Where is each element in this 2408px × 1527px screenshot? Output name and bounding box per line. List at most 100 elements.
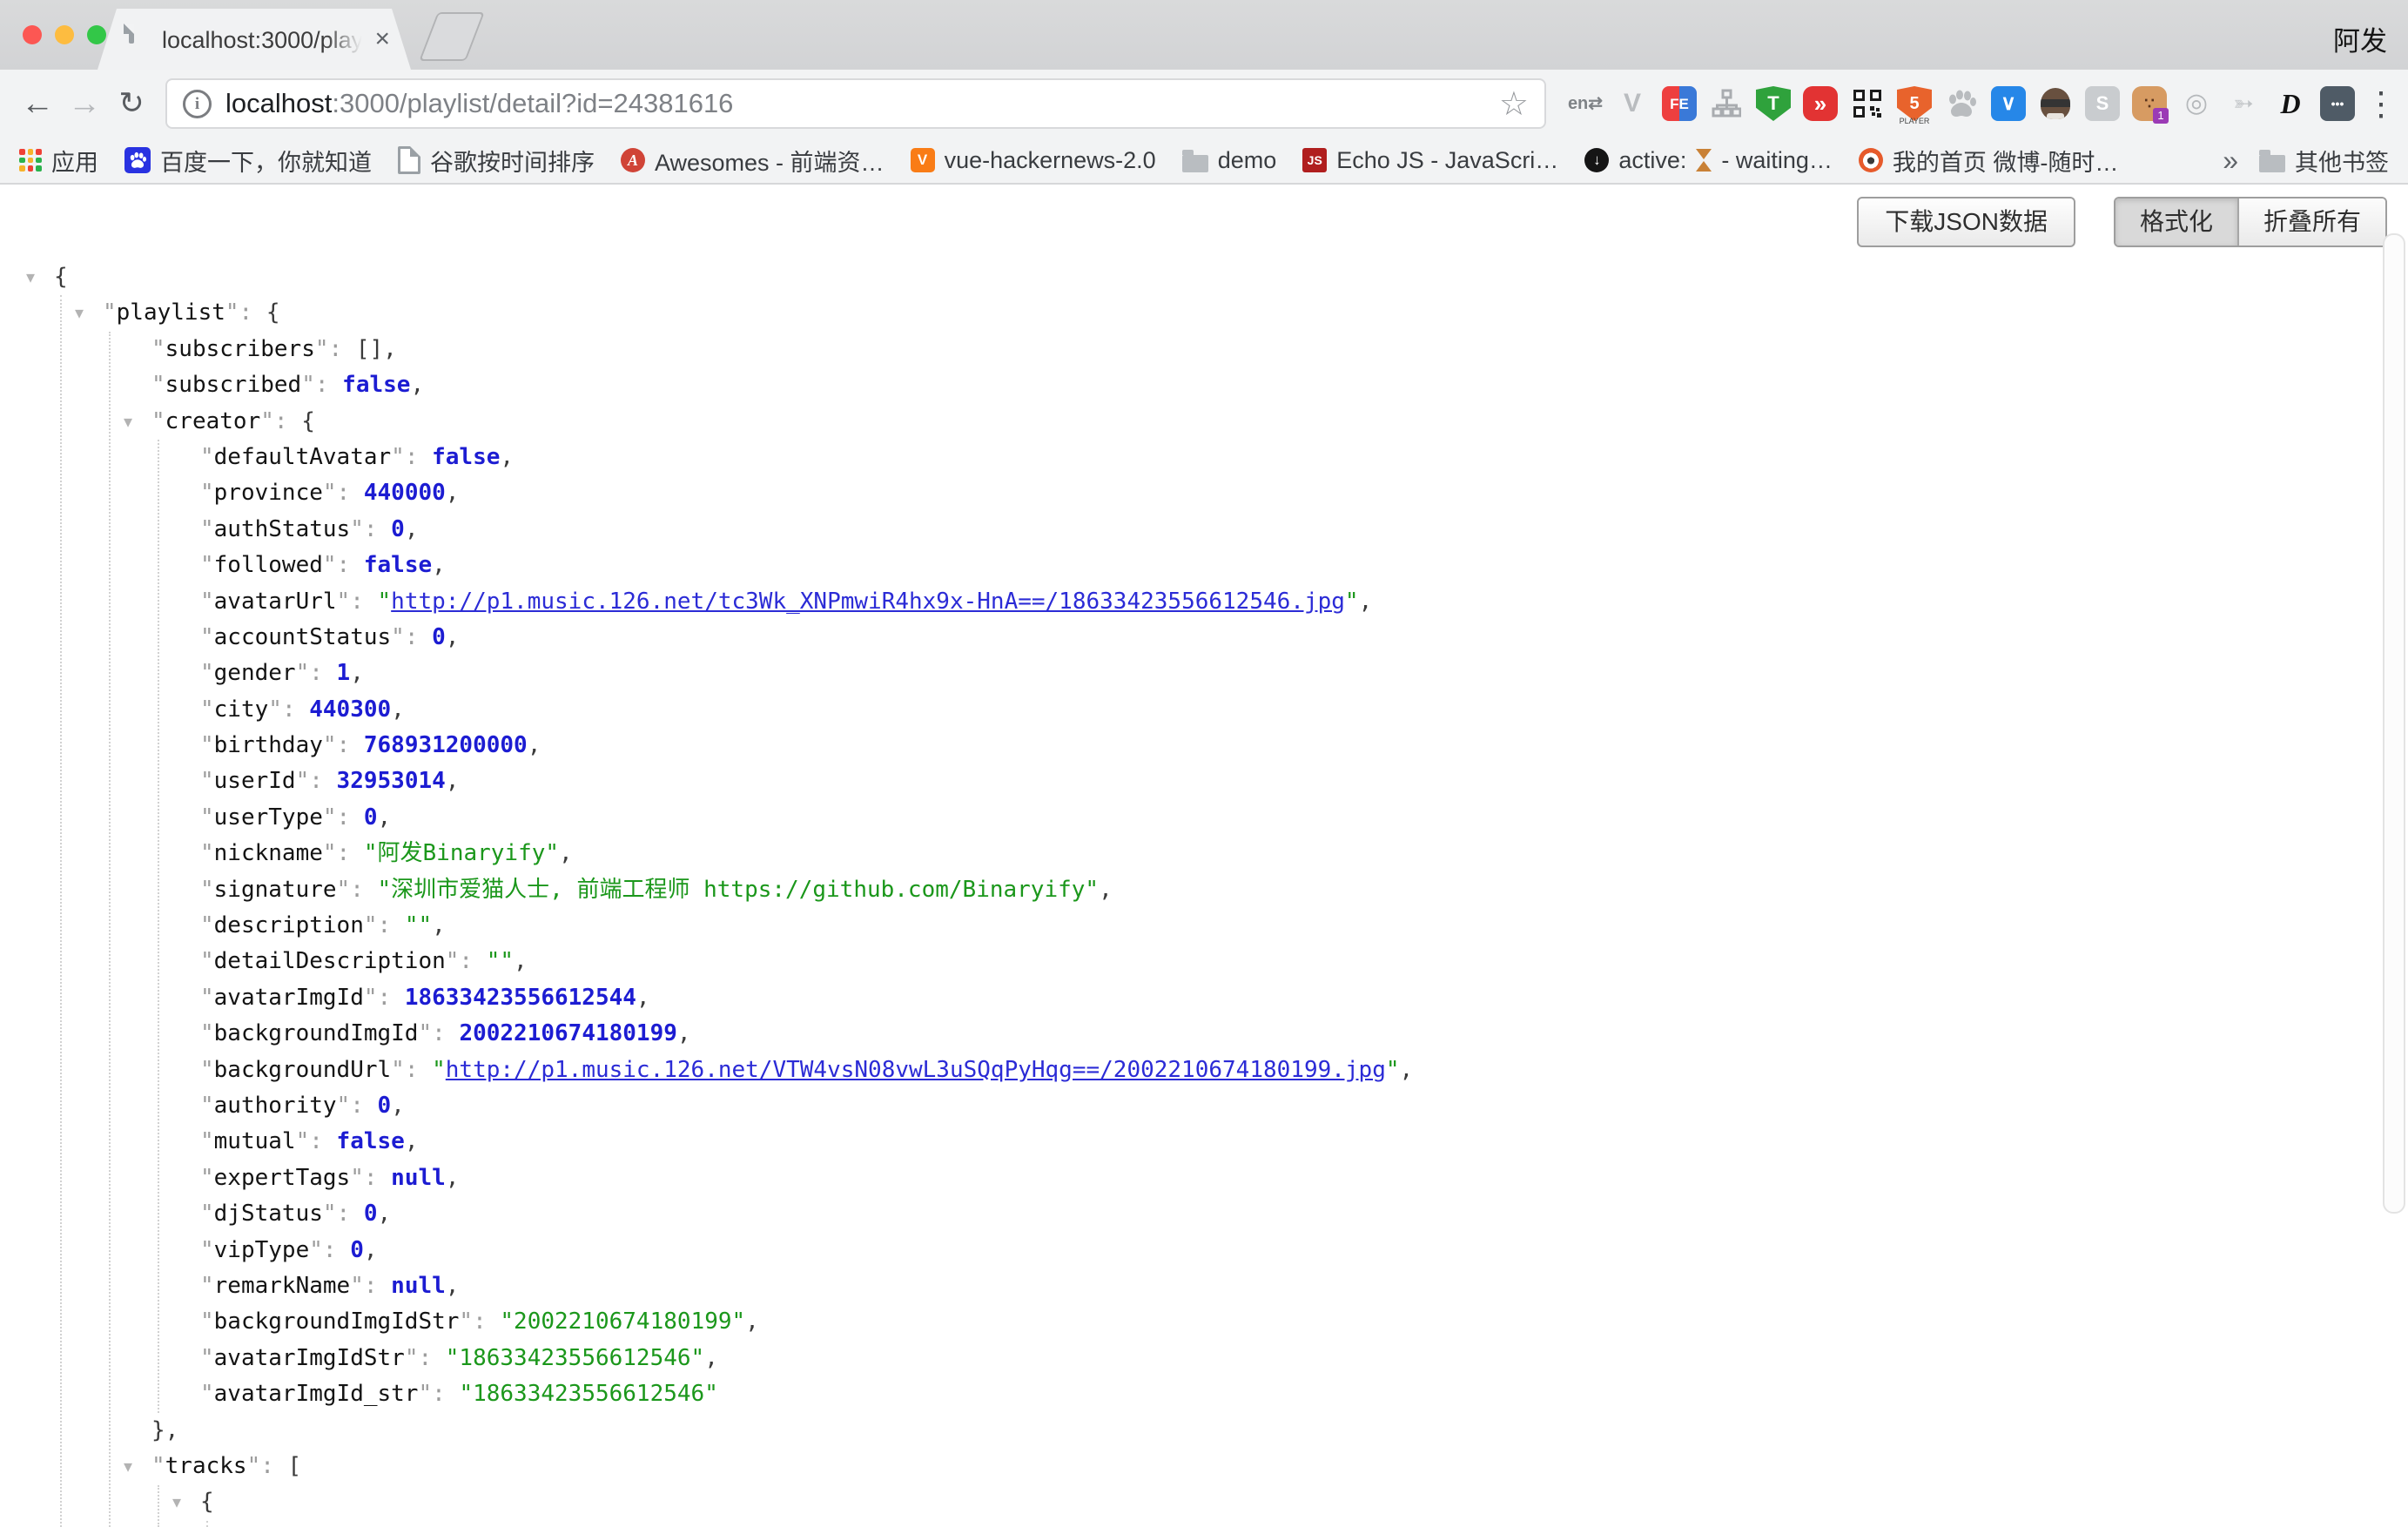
json-line: "city": 440300, [0,692,2408,728]
json-line: "avatarUrl": "http://p1.music.126.net/tc… [0,584,2408,620]
s-gray-icon[interactable]: S [2084,84,2121,123]
indent-guide-line [109,332,111,1527]
weibo-gray-icon[interactable]: ◎ [2178,84,2215,123]
d-icon[interactable]: D [2272,84,2309,123]
bookmark-item[interactable]: Vvue-hackernews-2.0 [911,147,1156,174]
json-line: "backgroundImgIdStr": "2002210674180199"… [0,1304,2408,1340]
page-content: 下载JSON数据 格式化 折叠所有 ▾{▾"playlist": {"subsc… [0,185,2408,1527]
other-bookmarks-label: 其他书签 [2295,144,2389,178]
echojs-icon: JS [1302,148,1327,172]
bookmarks-overflow-icon[interactable]: » [2223,145,2238,177]
bookmark-item[interactable]: 百度一下，你就知道 [124,144,372,178]
page-icon [398,146,420,174]
json-view: ▾{▾"playlist": {"subscribers": [],"subsc… [0,185,2408,1527]
view-mode-group: 格式化 折叠所有 [2114,197,2387,247]
html5-player-icon[interactable]: 5PLAYER [1896,84,1933,123]
json-line: "nickname": "阿发Binaryify", [0,836,2408,871]
collapse-toggle-icon[interactable]: ▾ [124,1449,132,1484]
download-json-button[interactable]: 下载JSON数据 [1857,197,2075,247]
json-line: "accountStatus": 0, [0,620,2408,656]
bookmark-star-icon[interactable]: ☆ [1499,84,1529,124]
translate-icon[interactable]: en⇄ [1567,84,1604,123]
url-bar[interactable]: i localhost:3000/playlist/detail?id=2438… [165,78,1546,129]
json-line: "userType": 0, [0,800,2408,836]
other-bookmarks-folder[interactable]: 其他书签 [2259,144,2389,178]
json-link[interactable]: http://p1.music.126.net/tc3Wk_XNPmwiR4hx… [391,589,1345,615]
vimium-icon[interactable]: ∨ [1990,84,2027,123]
format-button[interactable]: 格式化 [2115,198,2239,246]
json-line: "userId": 32953014, [0,764,2408,799]
profile-name[interactable]: 阿发 [2333,19,2387,58]
bookmark-label: 百度一下，你就知道 [160,144,372,178]
json-line: ▾{ [0,259,2408,295]
bookmark-label: Awesomes - 前端资… [655,144,885,178]
json-line: "defaultAvatar": false, [0,440,2408,475]
indent-guide-line [206,1521,208,1527]
bookmarks-items: 应用 百度一下，你就知道 谷歌按时间排序 AAwesomes - 前端资… Vvue-h… [19,144,2118,178]
vue-gray-icon[interactable]: V [1614,84,1651,123]
browser-tab[interactable]: localhost:3000/playlist/detail?i × [98,9,411,70]
url-host: localhost [225,88,332,118]
bookmark-label: 谷歌按时间排序 [430,144,595,178]
json-line: "signature": "深圳市爱猫人士, 前端工程师 https://git… [0,872,2408,908]
window-zoom-button[interactable] [87,25,106,44]
collapse-toggle-icon[interactable]: ▾ [26,259,35,295]
collapse-toggle-icon[interactable]: ▾ [124,404,132,440]
window-minimize-button[interactable] [55,25,74,44]
shield-t-icon[interactable]: T [1755,84,1792,123]
json-line: ▾{ [0,1484,2408,1520]
collapse-toggle-icon[interactable]: ▾ [172,1484,181,1520]
url-path: :3000/playlist/detail?id=24381616 [332,88,733,118]
collapse-toggle-icon[interactable]: ▾ [75,295,84,331]
bookmark-item[interactable]: 谷歌按时间排序 [398,144,595,178]
qr-code-icon[interactable] [1849,84,1886,123]
sitemap-icon[interactable] [1708,84,1745,123]
indent-guide-line [158,1485,159,1527]
json-line: "detailDescription": "", [0,944,2408,979]
url-text: localhost:3000/playlist/detail?id=243816… [225,88,733,119]
json-line: "backgroundUrl": "http://p1.music.126.ne… [0,1053,2408,1088]
json-line: "authority": 0, [0,1088,2408,1124]
paw-icon[interactable] [1943,84,1980,123]
mask-icon[interactable] [2037,84,2074,123]
bookmark-item[interactable]: demo [1182,147,1277,174]
json-line: "vipType": 0, [0,1233,2408,1268]
indent-guide-line [60,295,62,1527]
forward-button[interactable]: → [61,85,108,123]
json-line: "djStatus": 0, [0,1196,2408,1232]
chrome-menu-icon[interactable]: ⋮ [2364,84,2394,124]
bookmark-item[interactable]: AAwesomes - 前端资… [621,144,885,178]
json-line: "avatarImgIdStr": "18633423556612546", [0,1341,2408,1376]
json-line: "avatarImgId": 18633423556612544, [0,980,2408,1016]
bookmark-label-suffix: - waiting… [1721,147,1833,174]
back-button[interactable]: ← [14,85,61,123]
indent-guide-line [158,440,159,1413]
bookmark-item[interactable]: JSEcho JS - JavaScri… [1302,147,1558,174]
json-line: "description": "", [0,908,2408,944]
download-circle-icon: ↓ [1584,148,1609,172]
json-line: "remarkName": null, [0,1268,2408,1304]
bookmark-item[interactable]: ↓active:- waiting… [1584,147,1833,174]
reload-button[interactable]: ↻ [108,86,155,121]
new-tab-button[interactable] [419,12,484,61]
collapse-all-button[interactable]: 折叠所有 [2239,198,2385,246]
json-line: "mutual": false, [0,1124,2408,1160]
json-line: "province": 440000, [0,475,2408,511]
folder-icon [1182,155,1208,172]
tab-close-icon[interactable]: × [374,23,390,56]
bookmark-item[interactable]: 应用 [19,144,98,178]
scrollbar-thumb[interactable] [2383,233,2405,1214]
fastforward-icon[interactable]: » [1802,84,1839,123]
page-info-icon[interactable]: i [183,90,212,118]
json-line: "subscribers": [], [0,332,2408,367]
fe-icon[interactable]: FE [1661,84,1698,123]
json-line: ▾"playlist": { [0,295,2408,331]
json-line: "backgroundImgId": 2002210674180199, [0,1016,2408,1052]
window-close-button[interactable] [23,25,42,44]
bookmark-item[interactable]: 我的首页 微博-随时… [1859,144,2119,178]
ellipsis-box-icon[interactable]: ••• [2319,84,2356,123]
monkey-badge-icon[interactable]: ∵1 [2131,84,2168,123]
json-link[interactable]: http://p1.music.126.net/VTW4vsN08vwL3uSQ… [446,1057,1386,1083]
bird-gray-icon[interactable]: ➳ [2225,84,2262,123]
baidu-paw-icon [124,147,151,173]
